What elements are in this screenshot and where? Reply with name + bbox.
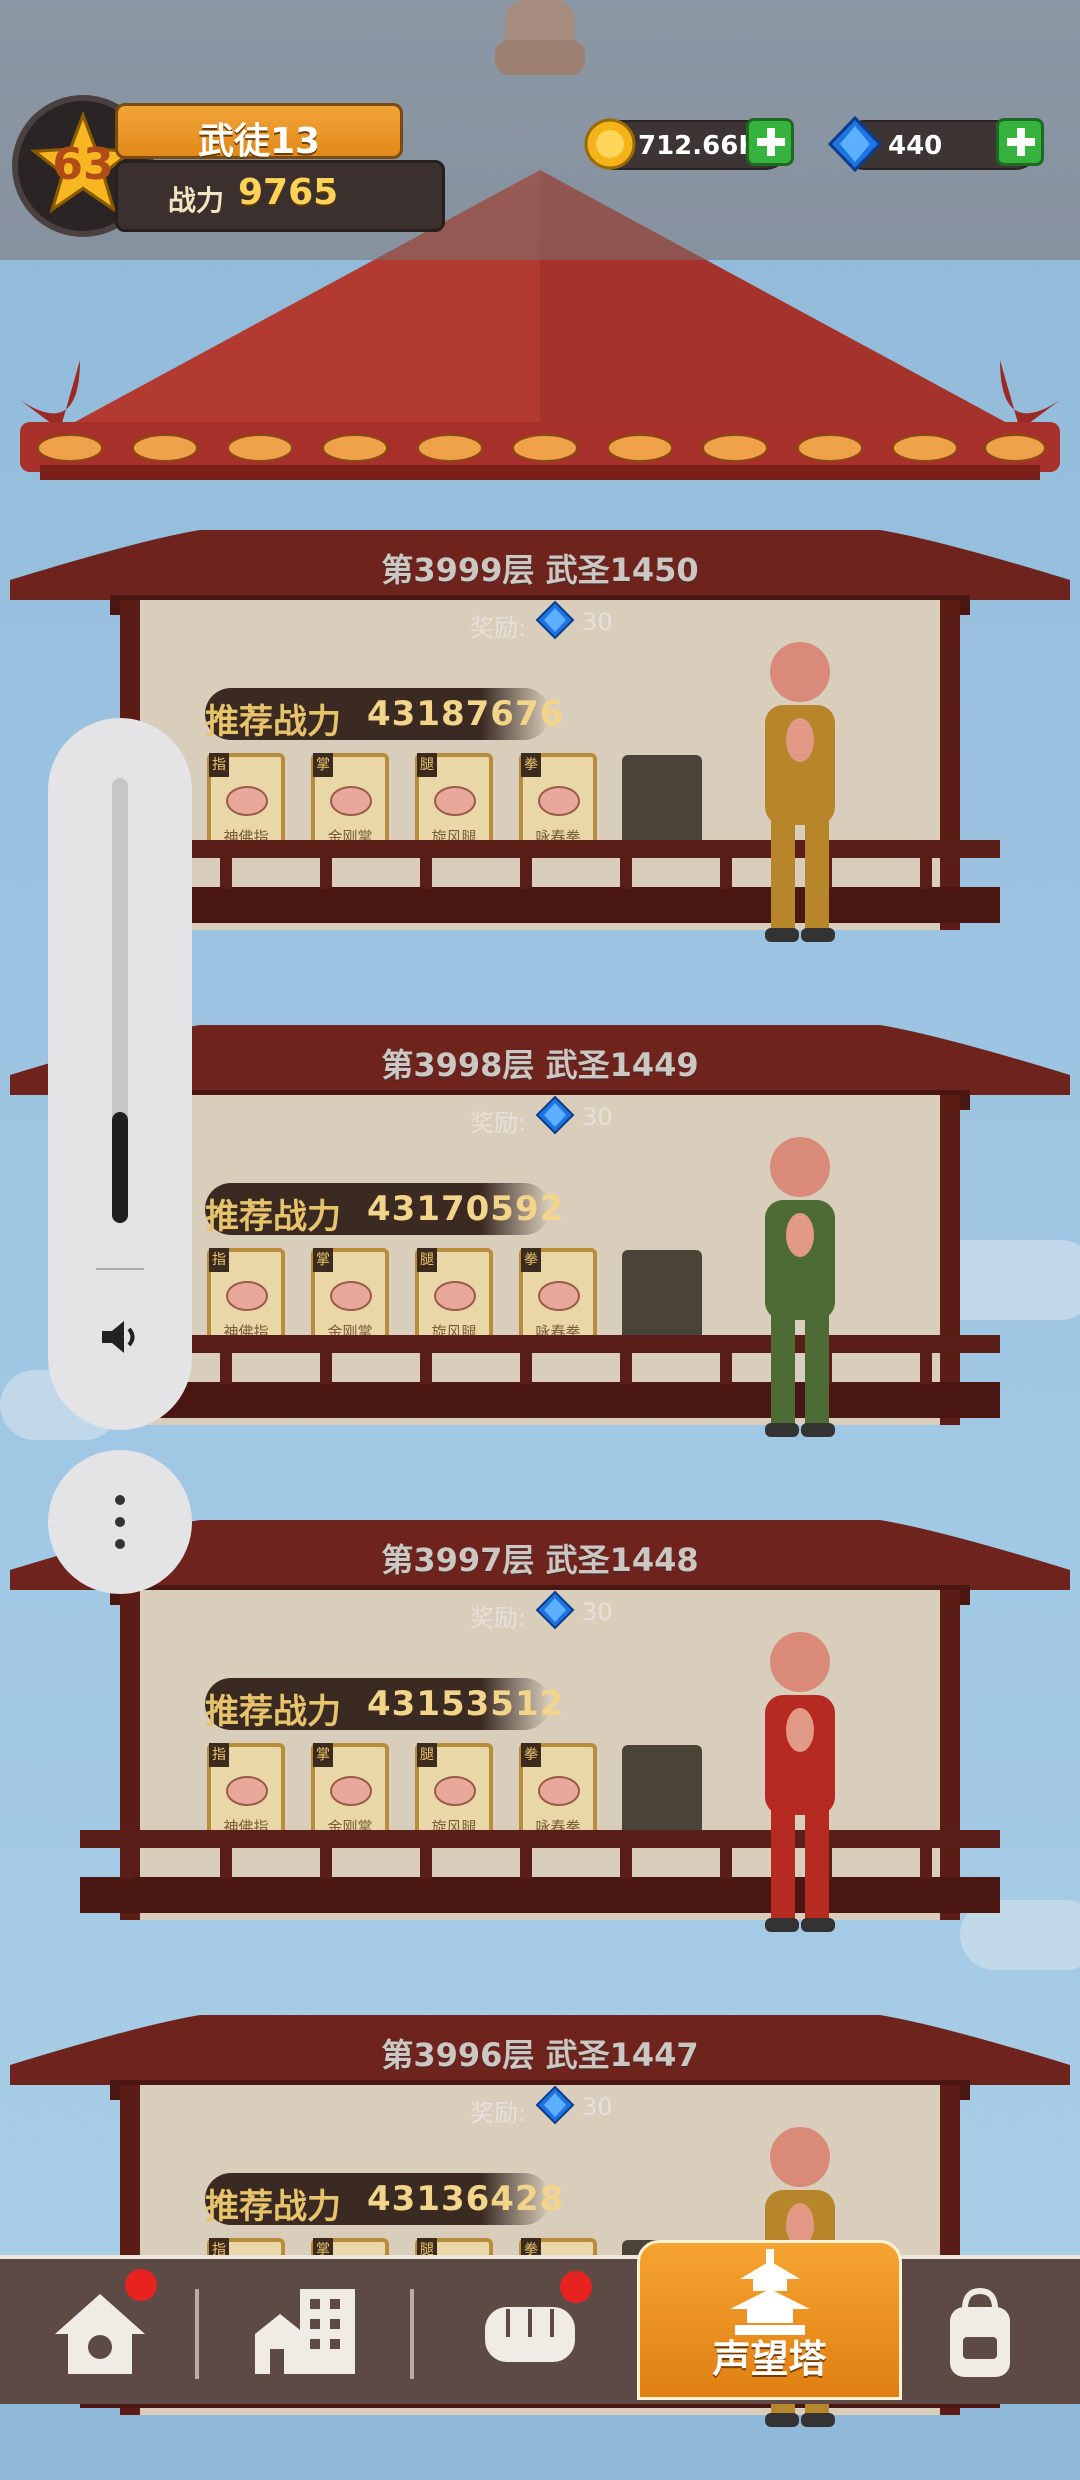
monk-opponent[interactable] [735, 1125, 865, 1445]
hand-icon [434, 1776, 476, 1806]
reward-label: 奖励: [470, 614, 527, 642]
skill-type-tag: 掌 [313, 1743, 333, 1767]
roof-lanterns [37, 434, 1046, 462]
skill-type-tag: 腿 [417, 1248, 437, 1272]
volume-panel [48, 718, 192, 1430]
skill-type-tag: 拳 [521, 1248, 541, 1272]
skill-type-tag: 掌 [313, 753, 333, 777]
tower-icon [730, 2249, 810, 2335]
recommended-power-label: 推荐战力 [205, 1692, 341, 1732]
bottom-nav [0, 2255, 1080, 2404]
reward-value: 30 [582, 1103, 613, 1131]
blue-gem-icon [535, 1590, 575, 1630]
monk-opponent[interactable] [735, 1620, 865, 1940]
reward-label: 奖励: [470, 1109, 527, 1137]
reward-label: 奖励: [470, 2099, 527, 2127]
hand-icon [330, 1281, 372, 1311]
skill-type-tag: 拳 [521, 1743, 541, 1767]
skill-type-tag: 指 [209, 1248, 229, 1272]
hand-icon [226, 1281, 268, 1311]
volume-slider[interactable] [112, 778, 128, 1223]
recommended-power-value: 43170592 [367, 1189, 565, 1229]
hand-icon [330, 786, 372, 816]
hand-icon [538, 1281, 580, 1311]
floor-title: 第3999层 武圣1450 [381, 551, 699, 589]
home-icon [55, 2294, 145, 2374]
recommended-power: 推荐战力 43187676 [205, 688, 563, 742]
player-name: 武徒13 [197, 121, 321, 162]
nav-separator [195, 2289, 199, 2379]
hand-icon [226, 1776, 268, 1806]
blue-gem-icon [828, 116, 882, 172]
hand-icon [330, 1776, 372, 1806]
hand-icon [226, 786, 268, 816]
recommended-power-label: 推荐战力 [205, 1197, 341, 1237]
monk-opponent[interactable] [735, 630, 865, 950]
backpack-icon [950, 2287, 1010, 2377]
skill-type-tag: 拳 [521, 753, 541, 777]
blue-gem-icon [535, 600, 575, 640]
notification-dot [560, 2271, 592, 2303]
recommended-power: 推荐战力 43153512 [205, 1678, 563, 1732]
reward-value: 30 [582, 2093, 613, 2121]
power-value: 9765 [238, 172, 339, 213]
nav-buildings[interactable] [235, 2269, 375, 2394]
buildings-icon [255, 2289, 355, 2374]
recommended-power: 推荐战力 43136428 [205, 2173, 563, 2227]
recommended-power-value: 43187676 [367, 694, 565, 734]
skill-type-tag: 掌 [313, 1248, 333, 1272]
skill-type-tag: 腿 [417, 753, 437, 777]
nav-backpack[interactable] [910, 2269, 1050, 2394]
tower-floor[interactable]: 第3996层 武圣1447 奖励: 30 推荐战力 43136428 指 神佛指 [0, 1985, 1080, 2480]
reward-label: 奖励: [470, 1604, 527, 1632]
gold-value: 712.66K [638, 131, 759, 161]
hand-icon [538, 1776, 580, 1806]
reward-value: 30 [582, 608, 613, 636]
hand-icon [434, 1281, 476, 1311]
recommended-power-value: 43153512 [367, 1684, 565, 1724]
nav-fight[interactable] [460, 2269, 600, 2394]
recommended-power-label: 推荐战力 [205, 702, 341, 742]
add-gold-button[interactable] [746, 118, 794, 166]
recommended-power-value: 43136428 [367, 2179, 565, 2219]
player-power-plate: 战力 9765 [115, 160, 445, 232]
divider [96, 1268, 144, 1270]
skill-type-tag: 指 [209, 1743, 229, 1767]
hand-icon [538, 786, 580, 816]
blue-gem-icon [535, 1095, 575, 1135]
skill-type-tag: 指 [209, 753, 229, 777]
recommended-power: 推荐战力 43170592 [205, 1183, 563, 1237]
player-name-plate[interactable]: 武徒13 [115, 103, 403, 162]
reward-value: 30 [582, 1598, 613, 1626]
recommended-power-label: 推荐战力 [205, 2187, 341, 2227]
power-label: 战力 [168, 184, 225, 217]
gold-coin-icon [584, 118, 636, 170]
floor-title: 第3996层 武圣1447 [381, 2036, 699, 2074]
volume-level [112, 1111, 128, 1223]
notification-dot [125, 2269, 157, 2301]
nav-prestige-tower[interactable]: 声望塔 [637, 2240, 902, 2400]
more-icon [115, 1495, 125, 1549]
volume-more-button[interactable] [48, 1450, 192, 1594]
speaker-icon[interactable] [96, 1313, 144, 1361]
hand-icon [434, 786, 476, 816]
nav-home[interactable] [30, 2269, 170, 2394]
skill-type-tag: 腿 [417, 1743, 437, 1767]
nav-separator [410, 2289, 414, 2379]
nav-active-label: 声望塔 [712, 2337, 827, 2381]
add-gem-button[interactable] [996, 118, 1044, 166]
gem-value: 440 [888, 131, 943, 161]
blue-gem-icon [535, 2085, 575, 2125]
